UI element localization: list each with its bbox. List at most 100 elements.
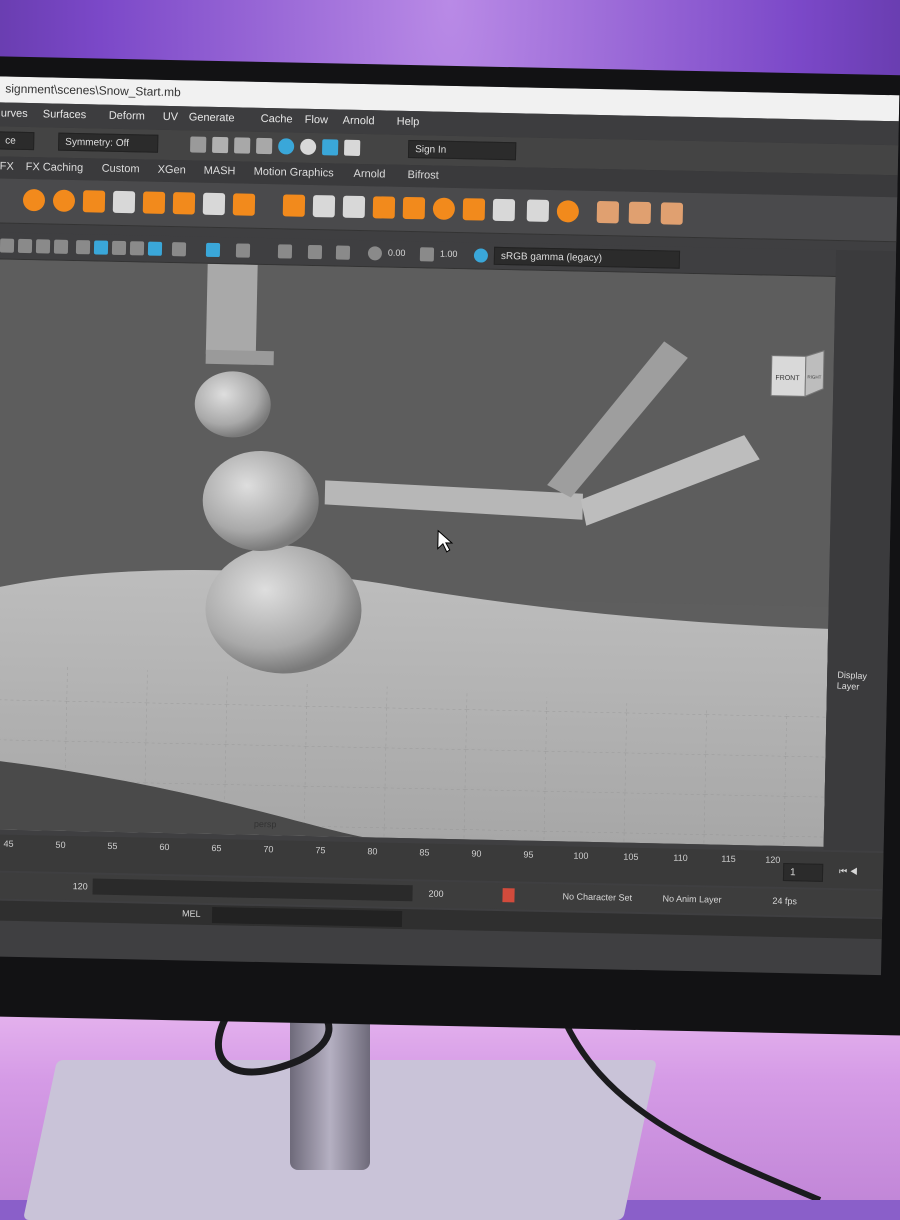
exposure-value[interactable]: 0.00: [388, 248, 406, 258]
shelf-tab-xgen[interactable]: XGen: [158, 164, 186, 177]
menu-generate[interactable]: Generate: [189, 111, 235, 124]
render-settings-icon[interactable]: [256, 137, 273, 155]
ipr-render-icon[interactable]: [234, 137, 251, 154]
shelf-tab-arnold[interactable]: Arnold: [353, 168, 385, 181]
shelf-tab-bifrost[interactable]: Bifrost: [407, 169, 438, 182]
viewcube-right-label: RIGHT: [807, 374, 821, 379]
symmetry-dropdown[interactable]: Symmetry: Off: [58, 132, 159, 153]
constraint-icon[interactable]: [202, 192, 226, 216]
render-frame-icon[interactable]: [190, 136, 207, 153]
particle-icon[interactable]: [52, 189, 76, 213]
fluid-icon[interactable]: [112, 190, 136, 214]
pause-icon[interactable]: [343, 139, 361, 156]
emitter-icon[interactable]: [22, 188, 46, 212]
safe-action-icon[interactable]: [335, 245, 351, 260]
fps-dropdown[interactable]: 24 fps: [772, 896, 797, 907]
anim-layer-dropdown[interactable]: No Anim Layer: [662, 893, 721, 904]
gamma-value[interactable]: 1.00: [440, 249, 458, 259]
current-frame-field[interactable]: 1: [782, 862, 824, 882]
frame-tick: 105: [623, 851, 639, 862]
range-end[interactable]: 200: [428, 889, 443, 899]
range-bar[interactable]: [92, 878, 413, 902]
frame-tick: 45: [3, 838, 14, 849]
smooth-shade-icon[interactable]: [111, 240, 127, 256]
image-plane-icon[interactable]: [53, 239, 69, 254]
lights-icon[interactable]: [147, 241, 163, 256]
xray-icon[interactable]: [235, 243, 251, 258]
menu-surfaces[interactable]: Surfaces: [43, 108, 87, 121]
command-input[interactable]: [211, 907, 403, 928]
frame-tick: 95: [523, 849, 534, 860]
menu-flow[interactable]: Flow: [305, 114, 328, 126]
frame-tick: 110: [673, 852, 688, 863]
menu-curves[interactable]: urves: [1, 107, 28, 120]
sweep-icon[interactable]: [660, 202, 684, 225]
camera-attributes-icon[interactable]: [17, 238, 33, 254]
select-camera-icon[interactable]: [0, 238, 15, 253]
blocks-icon[interactable]: [402, 196, 426, 220]
wireframe-icon[interactable]: [93, 240, 109, 255]
sphere-grid-icon[interactable]: [432, 197, 456, 220]
ball-icon[interactable]: [556, 200, 580, 223]
bookmark-icon[interactable]: [35, 239, 51, 254]
menu-help[interactable]: Help: [397, 116, 420, 128]
render-view-icon[interactable]: [300, 138, 317, 156]
dynamics-icon[interactable]: [232, 193, 256, 216]
isolate-icon[interactable]: [205, 242, 221, 258]
hat-brim: [205, 349, 274, 366]
shelf-tab-fx-caching[interactable]: FX Caching: [26, 161, 84, 174]
cube-icon[interactable]: [372, 196, 396, 219]
sign-in-button[interactable]: Sign In: [407, 139, 517, 161]
frame-tick: 60: [159, 841, 170, 853]
shelf-tab-fx[interactable]: FX: [0, 160, 14, 172]
range-start[interactable]: 120: [73, 881, 88, 891]
resolution-gate-icon[interactable]: [277, 244, 293, 259]
nhair-icon[interactable]: [172, 192, 196, 215]
menu-arnold[interactable]: Arnold: [343, 115, 375, 128]
window-title: signment\scenes\Snow_Start.mb: [5, 81, 181, 100]
shadows-icon[interactable]: [171, 242, 187, 257]
distribute-icon[interactable]: [312, 195, 336, 218]
repro-icon[interactable]: [342, 195, 366, 219]
frame-tick: 100: [573, 850, 589, 861]
arnold-render-icon[interactable]: [321, 139, 339, 156]
frame-tick: 75: [315, 845, 326, 856]
command-language-label[interactable]: MEL: [182, 908, 201, 918]
shelf-tab-custom[interactable]: Custom: [102, 163, 140, 176]
frame-tick: 50: [55, 839, 66, 850]
view-transform-dropdown[interactable]: sRGB gamma (legacy): [493, 246, 681, 269]
perspective-viewport[interactable]: FRONT RIGHT persp: [0, 259, 836, 847]
frame-icon[interactable]: [526, 199, 550, 222]
strands-icon[interactable]: [628, 201, 652, 225]
hypershade-icon[interactable]: [278, 138, 295, 155]
maya-screen: signment\scenes\Snow_Start.mb urves Surf…: [0, 76, 900, 976]
grid-toggle-icon[interactable]: [75, 240, 91, 255]
clapper-icon[interactable]: [212, 136, 229, 154]
gamma-icon: [419, 247, 435, 262]
frame-tick: 85: [419, 847, 430, 858]
viewport-scene: FRONT RIGHT persp: [0, 259, 836, 847]
frame-tick: 80: [367, 846, 378, 857]
hat-crown: [205, 263, 258, 355]
mode-field[interactable]: ce: [0, 131, 35, 151]
ncloth-icon[interactable]: [142, 191, 166, 214]
display-layer-label: Display Layer: [837, 670, 868, 694]
auto-key-icon[interactable]: [502, 888, 515, 903]
field-chart-icon[interactable]: [307, 244, 323, 260]
plane-icon[interactable]: [492, 198, 516, 222]
character-set-dropdown[interactable]: No Character Set: [562, 891, 632, 902]
shape-icon[interactable]: [462, 198, 486, 221]
menu-deform[interactable]: Deform: [109, 110, 145, 123]
menu-uv[interactable]: UV: [163, 111, 179, 123]
brush-icon[interactable]: [596, 200, 620, 224]
mash-network-icon[interactable]: [282, 194, 306, 217]
menu-cache[interactable]: Cache: [261, 113, 293, 126]
playback-controls-icon[interactable]: ⏮ ◀: [839, 866, 858, 877]
textured-icon[interactable]: [129, 241, 145, 256]
shelf-tab-motion-graphics[interactable]: Motion Graphics: [254, 166, 334, 180]
color-management-icon[interactable]: [473, 248, 489, 263]
field-icon[interactable]: [82, 190, 106, 213]
view-cube[interactable]: FRONT RIGHT: [770, 350, 825, 398]
shelf-tab-mash[interactable]: MASH: [204, 165, 236, 178]
camera-label: persp: [254, 819, 277, 829]
